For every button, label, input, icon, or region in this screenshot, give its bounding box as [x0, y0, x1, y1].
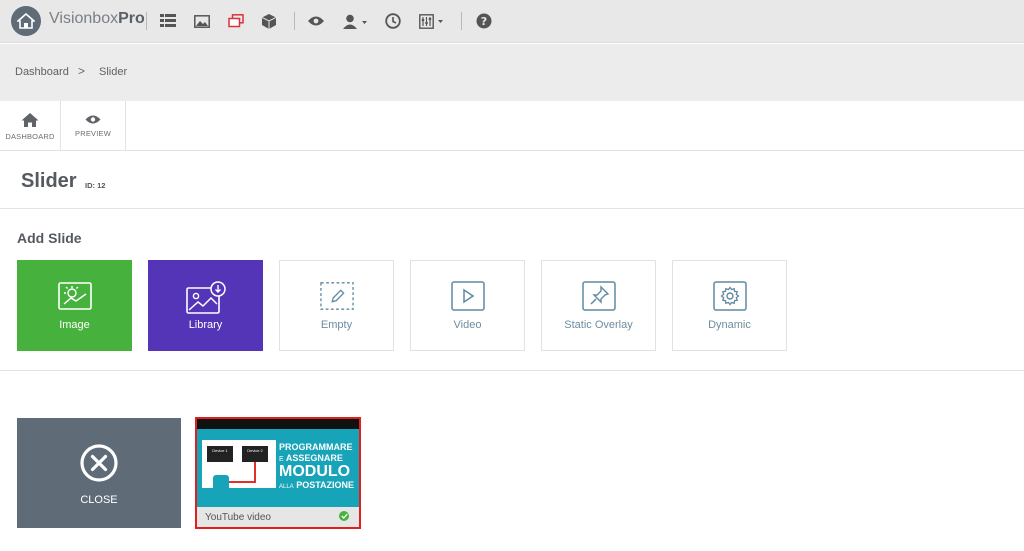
slides-icon[interactable] [226, 11, 246, 31]
play-icon [450, 280, 485, 311]
thumbnail-device-1: Device 1 [207, 446, 233, 462]
thumbnail-top-bar [197, 419, 359, 429]
divider [146, 12, 147, 30]
card-label: Video [453, 318, 482, 331]
thumbnail-connector [254, 462, 256, 482]
card-label: Library [188, 318, 223, 331]
card-label: Static Overlay [564, 318, 633, 331]
breadcrumb [0, 44, 1024, 101]
brand-name: VisionboxPro [49, 10, 145, 27]
breadcrumb-dashboard[interactable]: Dashboard [15, 66, 69, 78]
breadcrumb-separator: > [78, 64, 86, 78]
eye-icon [85, 115, 101, 124]
svg-text:?: ? [481, 15, 487, 28]
page-toolbar: DASHBOARD PREVIEW [0, 101, 1024, 151]
add-dynamic-slide-button[interactable]: Dynamic [672, 260, 787, 351]
image-icon [57, 281, 92, 311]
thumbnail-module-icon [213, 475, 229, 491]
sliders-icon[interactable] [418, 11, 446, 31]
thumbnail-text: ALLA POSTAZIONE [279, 480, 355, 491]
top-navbar: VisionboxPro ? [0, 0, 1024, 43]
breadcrumb-slider: Slider [99, 66, 128, 78]
home-icon[interactable] [11, 6, 41, 36]
add-empty-slide-button[interactable]: Empty [279, 260, 394, 351]
preview-label: PREVIEW [75, 129, 111, 138]
divider [0, 208, 1024, 209]
image-icon[interactable] [192, 11, 212, 31]
card-label: Empty [320, 318, 353, 331]
pin-icon [581, 280, 616, 311]
thumbnail-device-2: Device 2 [242, 446, 268, 462]
slide-thumbnail-youtube-video[interactable]: Device 1 Device 2 PROGRAMMARE E ASSEGNAR… [195, 417, 361, 529]
add-slide-heading: Add Slide [17, 230, 82, 246]
card-label: Image [59, 318, 90, 331]
slide-caption-bar: YouTube video [197, 507, 359, 527]
thumbnail-connector [229, 481, 256, 483]
gear-icon [712, 280, 747, 311]
close-button[interactable]: CLOSE [17, 418, 181, 528]
dashboard-button[interactable]: DASHBOARD [0, 101, 61, 151]
divider [294, 12, 295, 30]
add-static-overlay-button[interactable]: Static Overlay [541, 260, 656, 351]
home-icon [21, 112, 39, 127]
add-library-slide-button[interactable]: Library [148, 260, 263, 351]
box-icon[interactable] [259, 11, 279, 31]
edit-icon [319, 281, 354, 311]
thumbnail-text: MODULO [279, 463, 351, 480]
divider [461, 12, 462, 30]
dashboard-label: DASHBOARD [5, 131, 55, 141]
eye-icon[interactable] [306, 11, 326, 31]
video-thumbnail: Device 1 Device 2 PROGRAMMARE E ASSEGNAR… [197, 429, 359, 507]
add-image-slide-button[interactable]: Image [17, 260, 132, 351]
thumbnail-text: PROGRAMMARE [279, 442, 353, 452]
help-icon[interactable]: ? [474, 11, 494, 31]
list-icon[interactable] [158, 11, 178, 31]
add-video-slide-button[interactable]: Video [410, 260, 525, 351]
page-title: Slider [21, 170, 77, 192]
close-icon [80, 444, 118, 482]
card-label: Dynamic [708, 318, 751, 331]
close-label: CLOSE [80, 494, 118, 506]
library-icon [185, 280, 227, 315]
preview-button[interactable]: PREVIEW [61, 101, 126, 151]
slide-caption: YouTube video [205, 512, 271, 523]
clock-icon[interactable] [383, 11, 403, 31]
slider-id: ID: 12 [85, 181, 106, 190]
divider [0, 370, 1024, 371]
thumbnail-text: E ASSEGNARE [279, 453, 343, 464]
check-icon [339, 511, 349, 521]
user-icon[interactable] [340, 11, 370, 31]
